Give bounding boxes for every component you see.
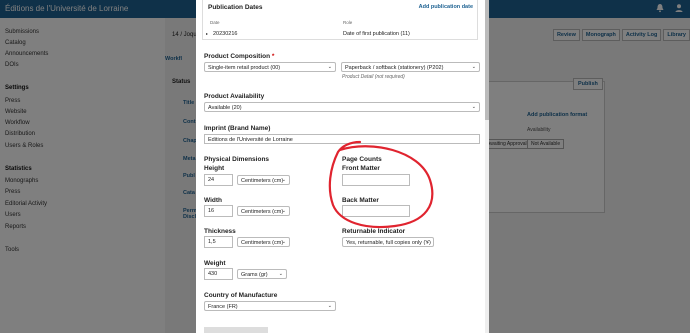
front-matter-label: Front Matter [342,165,380,172]
weight-unit-value: Grams (gr) [241,271,268,278]
imprint-label: Imprint (Brand Name) [204,125,271,132]
modal-scrollbar-thumb[interactable] [485,0,489,120]
chevron-down-icon: ⌄ [281,177,286,183]
width-label: Width [204,197,222,204]
expand-row-icon[interactable]: ▸ [206,31,208,36]
thickness-label: Thickness [204,228,236,235]
thickness-unit-value: Centimeters (cm) [241,239,284,246]
chevron-down-icon: ⌄ [281,208,286,214]
col-header-role: Role [343,20,353,25]
country-label: Country of Manufacture [204,292,278,299]
col-header-date: Date [210,20,220,25]
chevron-down-icon: ⌄ [327,64,332,70]
chevron-down-icon: ⌄ [278,271,283,277]
height-input[interactable]: 24 [204,174,233,186]
product-composition-label: Product Composition * [204,53,274,60]
publication-dates-panel: Publication Dates Add publication date D… [202,0,478,40]
save-button[interactable] [204,327,268,333]
product-form-select-value: Paperback / softback (stationery) (P202) [345,64,444,71]
height-unit-select[interactable]: Centimeters (cm) ⌄ [237,175,290,185]
weight-label: Weight [204,260,226,267]
width-unit-value: Centimeters (cm) [241,208,284,215]
product-composition-label-text: Product Composition [204,53,271,60]
back-matter-label: Back Matter [342,197,379,204]
chevron-down-icon: ⌄ [425,239,430,245]
weight-unit-select[interactable]: Grams (gr) ⌄ [237,269,287,279]
chevron-down-icon: ⌄ [471,104,476,110]
composition-select[interactable]: Single-item retail product (00) ⌄ [204,62,336,72]
physical-dimensions-label: Physical Dimensions [204,156,270,163]
availability-select[interactable]: Available (20) ⌄ [204,102,480,112]
country-select-value: France (FR) [208,303,238,310]
product-form-select[interactable]: Paperback / softback (stationery) (P202)… [341,62,480,72]
chevron-down-icon: ⌄ [281,239,286,245]
weight-input[interactable]: 430 [204,268,233,280]
composition-select-value: Single-item retail product (00) [208,64,281,71]
product-detail-hint: Product Detail (not required) [342,74,405,80]
add-publication-date-button[interactable]: Add publication date [419,4,473,10]
product-availability-label: Product Availability [204,93,265,100]
returnable-select-value: Yes, returnable, full copies only (Y) [346,239,431,246]
returnable-indicator-label: Returnable Indicator [342,228,406,235]
chevron-down-icon: ⌄ [327,303,332,309]
width-unit-select[interactable]: Centimeters (cm) ⌄ [237,206,290,216]
returnable-select[interactable]: Yes, returnable, full copies only (Y) ⌄ [342,237,434,247]
height-label: Height [204,165,225,172]
country-select[interactable]: France (FR) ⌄ [204,301,336,311]
height-unit-value: Centimeters (cm) [241,177,284,184]
publication-date-value: 20230216 [213,31,238,37]
width-input[interactable]: 16 [204,205,233,217]
imprint-input[interactable]: Editions de l'Université de Lorraine [204,134,480,144]
publication-format-modal: Publication Dates Add publication date D… [196,0,486,333]
required-mark: * [271,53,275,60]
availability-select-value: Available (20) [208,104,242,111]
back-matter-input[interactable] [342,205,410,217]
publication-dates-title: Publication Dates [208,4,263,11]
thickness-unit-select[interactable]: Centimeters (cm) ⌄ [237,237,290,247]
front-matter-input[interactable] [342,174,410,186]
thickness-input[interactable]: 1,5 [204,236,233,248]
chevron-down-icon: ⌄ [471,64,476,70]
publication-date-role: Date of first publication (11) [343,31,410,37]
page-counts-label: Page Counts [342,156,382,163]
